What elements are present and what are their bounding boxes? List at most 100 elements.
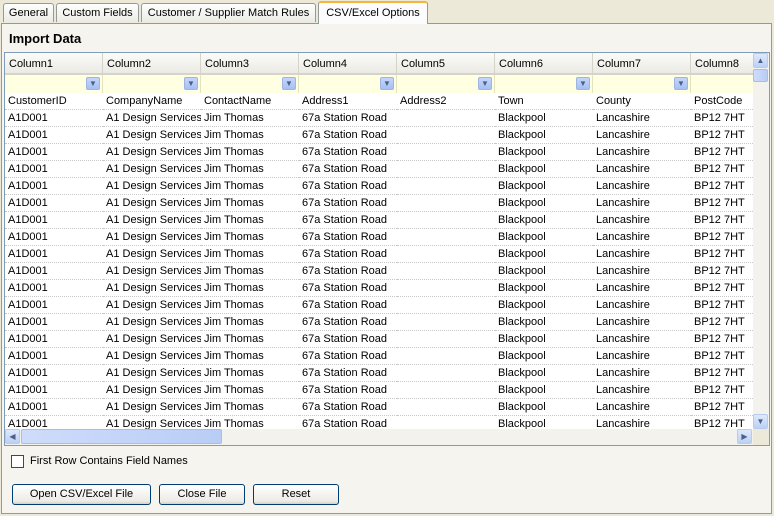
grid-cell[interactable]: A1D001 [5, 229, 103, 246]
grid-cell[interactable]: CompanyName [103, 93, 201, 110]
grid-cell[interactable]: Jim Thomas [201, 331, 299, 348]
grid-cell[interactable]: Lancashire [593, 382, 691, 399]
tab-general[interactable]: General [3, 3, 54, 22]
column-filter-cell[interactable] [691, 75, 755, 93]
grid-cell[interactable] [397, 110, 495, 127]
grid-cell[interactable]: A1D001 [5, 178, 103, 195]
grid-cell[interactable]: A1D001 [5, 110, 103, 127]
grid-cell[interactable]: A1 Design Services [103, 246, 201, 263]
grid-cell[interactable]: Blackpool [495, 178, 593, 195]
grid-cell[interactable]: 67a Station Road [299, 314, 397, 331]
column-filter-cell[interactable]: ▼ [299, 75, 397, 93]
chevron-down-icon[interactable]: ▼ [380, 77, 394, 90]
grid-cell[interactable]: Lancashire [593, 297, 691, 314]
grid-cell[interactable]: Lancashire [593, 365, 691, 382]
grid-cell[interactable]: Blackpool [495, 161, 593, 178]
grid-cell[interactable]: Jim Thomas [201, 263, 299, 280]
grid-cell[interactable]: A1 Design Services [103, 314, 201, 331]
grid-cell[interactable]: 67a Station Road [299, 178, 397, 195]
column-filter-cell[interactable]: ▼ [593, 75, 691, 93]
grid-cell[interactable]: BP12 7HT [691, 212, 755, 229]
grid-cell[interactable]: BP12 7HT [691, 229, 755, 246]
grid-cell[interactable]: Lancashire [593, 110, 691, 127]
grid-cell[interactable]: BP12 7HT [691, 365, 755, 382]
grid-cell[interactable]: ContactName [201, 93, 299, 110]
grid-cell[interactable]: A1 Design Services [103, 178, 201, 195]
grid-cell[interactable]: 67a Station Road [299, 195, 397, 212]
grid-cell[interactable]: A1D001 [5, 246, 103, 263]
grid-cell[interactable]: BP12 7HT [691, 348, 755, 365]
grid-cell[interactable]: BP12 7HT [691, 280, 755, 297]
grid-cell[interactable]: BP12 7HT [691, 161, 755, 178]
grid-cell[interactable]: A1D001 [5, 161, 103, 178]
grid-cell[interactable]: Lancashire [593, 144, 691, 161]
grid-cell[interactable] [397, 382, 495, 399]
scroll-up-icon[interactable]: ▲ [753, 53, 768, 68]
grid-cell[interactable]: Address2 [397, 93, 495, 110]
grid-cell[interactable]: Blackpool [495, 280, 593, 297]
grid-cell[interactable]: Jim Thomas [201, 348, 299, 365]
horizontal-scrollbar[interactable]: ◀ ▶ [5, 429, 753, 445]
scroll-down-icon[interactable]: ▼ [753, 414, 768, 429]
grid-cell[interactable]: A1D001 [5, 144, 103, 161]
grid-cell[interactable]: Jim Thomas [201, 314, 299, 331]
grid-cell[interactable]: A1 Design Services [103, 263, 201, 280]
chevron-down-icon[interactable]: ▼ [478, 77, 492, 90]
column-header[interactable]: Column4 [299, 53, 397, 75]
grid-cell[interactable]: Town [495, 93, 593, 110]
grid-cell[interactable]: BP12 7HT [691, 297, 755, 314]
horizontal-scroll-thumb[interactable] [21, 429, 222, 444]
grid-cell[interactable]: CustomerID [5, 93, 103, 110]
vertical-scroll-thumb[interactable] [753, 69, 768, 82]
grid-cell[interactable]: A1 Design Services [103, 127, 201, 144]
grid-cell[interactable]: Jim Thomas [201, 382, 299, 399]
grid-cell[interactable]: A1D001 [5, 314, 103, 331]
grid-cell[interactable]: A1 Design Services [103, 212, 201, 229]
chevron-down-icon[interactable]: ▼ [86, 77, 100, 90]
open-file-button[interactable]: Open CSV/Excel File [12, 484, 151, 505]
grid-cell[interactable]: Jim Thomas [201, 399, 299, 416]
column-header[interactable]: Column7 [593, 53, 691, 75]
grid-cell[interactable]: A1D001 [5, 297, 103, 314]
grid-cell[interactable]: 67a Station Road [299, 110, 397, 127]
grid-cell[interactable] [397, 314, 495, 331]
chevron-down-icon[interactable]: ▼ [576, 77, 590, 90]
grid-cell[interactable]: Lancashire [593, 280, 691, 297]
grid-cell[interactable]: Jim Thomas [201, 297, 299, 314]
column-filter-cell[interactable]: ▼ [5, 75, 103, 93]
grid-cell[interactable]: 67a Station Road [299, 161, 397, 178]
grid-cell[interactable] [397, 280, 495, 297]
grid-cell[interactable] [397, 399, 495, 416]
grid-cell[interactable]: 67a Station Road [299, 280, 397, 297]
grid-cell[interactable]: A1 Design Services [103, 161, 201, 178]
grid-cell[interactable]: A1 Design Services [103, 365, 201, 382]
grid-cell[interactable]: A1 Design Services [103, 110, 201, 127]
chevron-down-icon[interactable]: ▼ [184, 77, 198, 90]
grid-cell[interactable]: Blackpool [495, 110, 593, 127]
scroll-right-icon[interactable]: ▶ [737, 429, 752, 444]
grid-cell[interactable]: A1 Design Services [103, 331, 201, 348]
grid-cell[interactable]: Blackpool [495, 365, 593, 382]
grid-cell[interactable] [397, 348, 495, 365]
grid-cell[interactable]: Lancashire [593, 161, 691, 178]
grid-cell[interactable]: 67a Station Road [299, 399, 397, 416]
grid-cell[interactable]: Jim Thomas [201, 127, 299, 144]
grid-cell[interactable]: Blackpool [495, 348, 593, 365]
grid-cell[interactable]: BP12 7HT [691, 127, 755, 144]
tab-match-rules[interactable]: Customer / Supplier Match Rules [141, 3, 316, 22]
grid-cell[interactable]: Lancashire [593, 246, 691, 263]
grid-cell[interactable]: BP12 7HT [691, 331, 755, 348]
column-header[interactable]: Column3 [201, 53, 299, 75]
grid-cell[interactable]: 67a Station Road [299, 348, 397, 365]
grid-cell[interactable]: A1 Design Services [103, 229, 201, 246]
grid-cell[interactable]: A1D001 [5, 365, 103, 382]
grid-cell[interactable]: Blackpool [495, 127, 593, 144]
chevron-down-icon[interactable]: ▼ [282, 77, 296, 90]
grid-cell[interactable] [397, 212, 495, 229]
grid-cell[interactable]: A1D001 [5, 263, 103, 280]
grid-cell[interactable]: Lancashire [593, 195, 691, 212]
column-header[interactable]: Column6 [495, 53, 593, 75]
grid-cell[interactable]: BP12 7HT [691, 314, 755, 331]
column-filter-cell[interactable]: ▼ [201, 75, 299, 93]
grid-cell[interactable]: A1D001 [5, 382, 103, 399]
